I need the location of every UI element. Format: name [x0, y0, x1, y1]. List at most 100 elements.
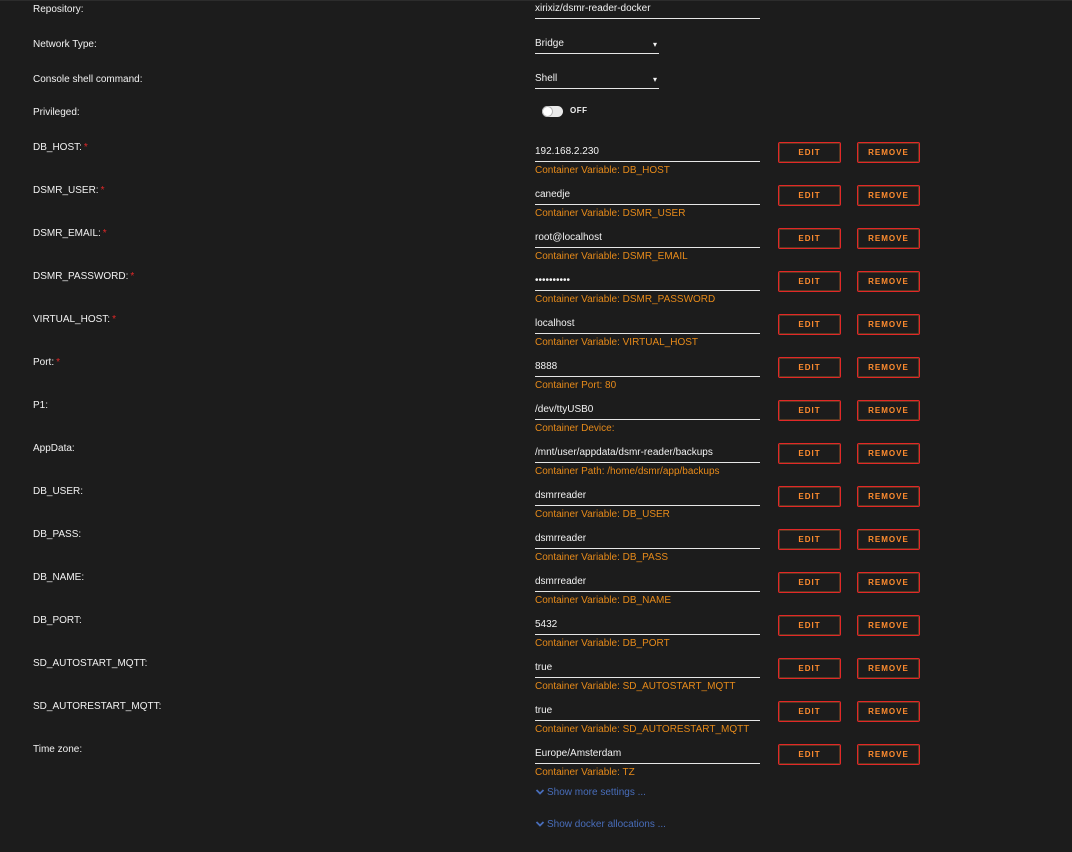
variable-input[interactable]: Europe/Amsterdam — [535, 747, 760, 764]
variable-hint: Container Variable: DB_HOST — [535, 165, 670, 176]
edit-button[interactable]: EDIT — [778, 529, 841, 550]
variable-hint: Container Port: 80 — [535, 380, 617, 391]
show-docker-allocations-text: Show docker allocations ... — [547, 819, 666, 830]
chevron-down-icon: ▾ — [652, 40, 657, 49]
variable-hint: Container Variable: DB_PORT — [535, 638, 670, 649]
console-shell-value: Shell — [535, 73, 558, 84]
variable-label-text: DB_HOST: — [33, 142, 82, 153]
variable-hint: Container Variable: SD_AUTORESTART_MQTT — [535, 724, 750, 735]
edit-button[interactable]: EDIT — [778, 357, 841, 378]
variable-input[interactable]: dsmrreader — [535, 489, 760, 506]
variable-input[interactable]: root@localhost — [535, 231, 760, 248]
variable-label-text: DB_USER: — [33, 486, 84, 497]
edit-button[interactable]: EDIT — [778, 572, 841, 593]
console-shell-select[interactable]: Shell ▾ — [535, 72, 659, 89]
variable-hint: Container Variable: VIRTUAL_HOST — [535, 337, 699, 348]
template-settings-panel: Repository: xirixiz/dsmr-reader-docker N… — [0, 0, 1072, 852]
edit-button[interactable]: EDIT — [778, 185, 841, 206]
variable-hint: Container Variable: TZ — [535, 767, 635, 778]
remove-button[interactable]: REMOVE — [857, 271, 920, 292]
variable-label-text: Time zone: — [33, 744, 83, 755]
network-type-select[interactable]: Bridge ▾ — [535, 37, 659, 54]
variable-label: Port: * — [33, 357, 60, 369]
edit-button[interactable]: EDIT — [778, 228, 841, 249]
variable-input[interactable]: 8888 — [535, 360, 760, 377]
variable-hint: Container Variable: DB_PASS — [535, 552, 669, 563]
remove-button[interactable]: REMOVE — [857, 142, 920, 163]
variable-label: P1: — [33, 400, 48, 412]
remove-button[interactable]: REMOVE — [857, 615, 920, 636]
repository-label: Repository: — [33, 4, 84, 15]
variable-label-text: DSMR_PASSWORD: — [33, 271, 129, 282]
repository-input[interactable]: xirixiz/dsmr-reader-docker — [535, 2, 760, 19]
variable-label: DB_PASS: — [33, 529, 81, 541]
edit-button[interactable]: EDIT — [778, 744, 841, 765]
edit-button[interactable]: EDIT — [778, 443, 841, 464]
variable-label-text: Port: — [33, 357, 55, 368]
variable-label-text: SD_AUTOSTART_MQTT: — [33, 658, 148, 669]
edit-button[interactable]: EDIT — [778, 400, 841, 421]
variable-input[interactable]: true — [535, 704, 760, 721]
remove-button[interactable]: REMOVE — [857, 314, 920, 335]
required-marker: * — [56, 357, 61, 368]
required-marker: * — [83, 142, 88, 153]
variable-hint: Container Variable: DSMR_EMAIL — [535, 251, 688, 262]
show-more-settings-link[interactable]: Show more settings ... — [535, 787, 646, 799]
edit-button[interactable]: EDIT — [778, 271, 841, 292]
variable-input[interactable]: dsmrreader — [535, 575, 760, 592]
variable-label-text: DB_NAME: — [33, 572, 85, 583]
variable-hint: Container Device: — [535, 423, 615, 434]
variable-hint: Container Variable: DSMR_USER — [535, 208, 686, 219]
variable-input[interactable]: •••••••••• — [535, 274, 760, 291]
remove-button[interactable]: REMOVE — [857, 486, 920, 507]
edit-button[interactable]: EDIT — [778, 314, 841, 335]
privileged-toggle[interactable] — [542, 106, 563, 117]
variable-label: DB_PORT: — [33, 615, 82, 627]
remove-button[interactable]: REMOVE — [857, 443, 920, 464]
variable-hint: Container Path: /home/dsmr/app/backups — [535, 466, 720, 477]
variable-input[interactable]: /mnt/user/appdata/dsmr-reader/backups — [535, 446, 760, 463]
remove-button[interactable]: REMOVE — [857, 572, 920, 593]
edit-button[interactable]: EDIT — [778, 142, 841, 163]
variable-input[interactable]: localhost — [535, 317, 760, 334]
remove-button[interactable]: REMOVE — [857, 658, 920, 679]
remove-button[interactable]: REMOVE — [857, 357, 920, 378]
privileged-label: Privileged: — [33, 107, 80, 118]
edit-button[interactable]: EDIT — [778, 615, 841, 636]
privileged-state: OFF — [570, 106, 588, 115]
remove-button[interactable]: REMOVE — [857, 185, 920, 206]
variable-label: DB_USER: — [33, 486, 83, 498]
show-more-settings-text: Show more settings ... — [547, 787, 646, 798]
network-type-label: Network Type: — [33, 39, 97, 50]
variable-hint: Container Variable: DB_USER — [535, 509, 670, 520]
edit-button[interactable]: EDIT — [778, 701, 841, 722]
variable-label-text: DB_PASS: — [33, 529, 82, 540]
edit-button[interactable]: EDIT — [778, 658, 841, 679]
variable-input[interactable]: 5432 — [535, 618, 760, 635]
variable-input[interactable]: 192.168.2.230 — [535, 145, 760, 162]
variable-label: SD_AUTORESTART_MQTT: — [33, 701, 161, 713]
variable-label-text: DSMR_USER: — [33, 185, 99, 196]
remove-button[interactable]: REMOVE — [857, 529, 920, 550]
required-marker: * — [100, 185, 105, 196]
chevron-down-icon — [535, 821, 545, 827]
variable-label: DB_NAME: — [33, 572, 84, 584]
variable-label: DSMR_USER: * — [33, 185, 104, 197]
variable-hint: Container Variable: DB_NAME — [535, 595, 671, 606]
show-docker-allocations-link[interactable]: Show docker allocations ... — [535, 819, 666, 831]
edit-button[interactable]: EDIT — [778, 486, 841, 507]
remove-button[interactable]: REMOVE — [857, 744, 920, 765]
variable-input[interactable]: canedje — [535, 188, 760, 205]
variable-input[interactable]: /dev/ttyUSB0 — [535, 403, 760, 420]
remove-button[interactable]: REMOVE — [857, 701, 920, 722]
variable-input[interactable]: dsmrreader — [535, 532, 760, 549]
variable-label-text: DSMR_EMAIL: — [33, 228, 101, 239]
remove-button[interactable]: REMOVE — [857, 228, 920, 249]
remove-button[interactable]: REMOVE — [857, 400, 920, 421]
variable-label: SD_AUTOSTART_MQTT: — [33, 658, 147, 670]
variable-hint: Container Variable: DSMR_PASSWORD — [535, 294, 716, 305]
chevron-down-icon: ▾ — [652, 75, 657, 84]
variable-input[interactable]: true — [535, 661, 760, 678]
variable-label-text: SD_AUTORESTART_MQTT: — [33, 701, 162, 712]
variable-label: DSMR_PASSWORD: * — [33, 271, 134, 283]
